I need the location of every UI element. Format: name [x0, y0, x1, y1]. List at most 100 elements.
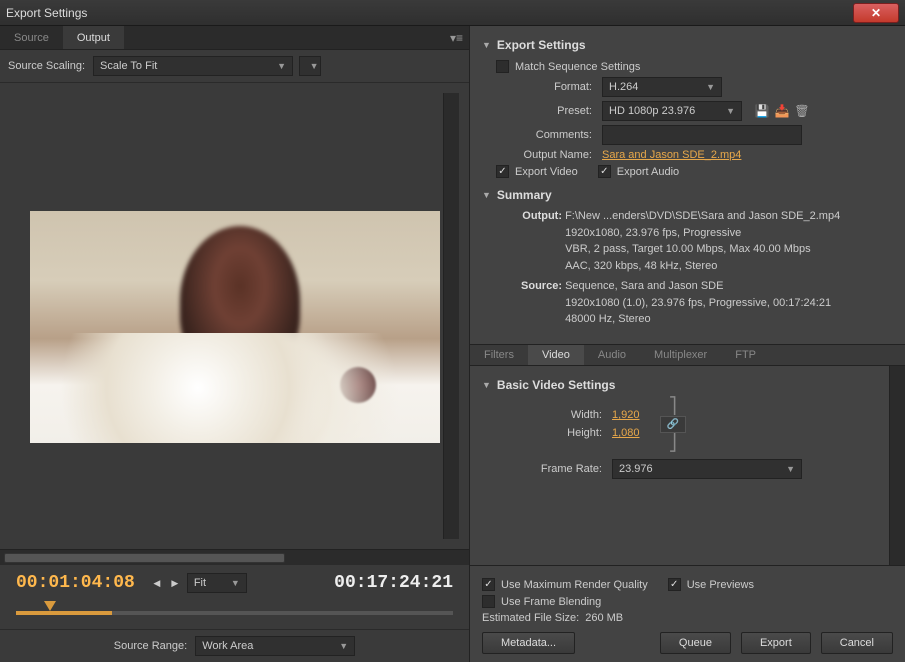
tab-output[interactable]: Output: [63, 26, 124, 49]
export-video-checkbox[interactable]: [496, 165, 509, 178]
queue-button[interactable]: Queue: [660, 632, 731, 654]
close-button[interactable]: ✕: [853, 3, 899, 23]
zoom-select[interactable]: Fit▼: [187, 573, 247, 593]
preview-area: [0, 83, 469, 549]
source-range-row: Source Range: Work Area▼: [0, 629, 469, 662]
next-frame-icon[interactable]: ▶: [169, 577, 181, 589]
import-preset-icon[interactable]: 📥: [772, 102, 792, 120]
use-previews-label: Use Previews: [687, 579, 754, 591]
outputname-label: Output Name:: [482, 149, 602, 161]
timecode-in[interactable]: 00:01:04:08: [16, 573, 135, 593]
summary-source-label: Source:: [512, 278, 562, 295]
comments-input[interactable]: [602, 125, 802, 145]
bottom-bar: Use Maximum Render Quality Use Previews …: [470, 565, 905, 662]
titlebar: Export Settings ✕: [0, 0, 905, 26]
max-quality-label: Use Maximum Render Quality: [501, 579, 648, 591]
twirl-icon[interactable]: ▼: [482, 190, 491, 200]
scaling-select[interactable]: Scale To Fit▼: [93, 56, 293, 76]
timeline-range[interactable]: [16, 611, 112, 615]
tab-multiplexer[interactable]: Multiplexer: [640, 345, 721, 365]
preset-label: Preset:: [482, 105, 602, 117]
basic-video-header-text: Basic Video Settings: [497, 378, 615, 392]
export-video-label: Export Video: [515, 166, 578, 178]
play-controls: ◀ ▶ Fit▼: [151, 573, 247, 593]
delete-preset-icon[interactable]: 🗑: [792, 102, 812, 120]
right-pane: ▼ Export Settings Match Sequence Setting…: [470, 26, 905, 662]
framerate-select[interactable]: 23.976▼: [612, 459, 802, 479]
outputname-link[interactable]: Sara and Jason SDE_2.mp4: [602, 149, 741, 161]
width-value[interactable]: 1,920: [612, 409, 640, 421]
match-sequence-label: Match Sequence Settings: [515, 61, 640, 73]
prev-frame-icon[interactable]: ◀: [151, 577, 163, 589]
tab-video[interactable]: Video: [528, 345, 584, 365]
export-audio-label: Export Audio: [617, 166, 679, 178]
preset-select[interactable]: HD 1080p 23.976▼: [602, 101, 742, 121]
format-label: Format:: [482, 81, 602, 93]
zoom-value: Fit: [194, 577, 206, 589]
preview-scroll-v[interactable]: [443, 93, 459, 539]
scaling-extra[interactable]: ▼: [299, 56, 321, 76]
cancel-button[interactable]: Cancel: [821, 632, 893, 654]
framerate-value: 23.976: [619, 463, 653, 475]
playhead-icon[interactable]: [44, 601, 56, 613]
video-settings-panel: ▼ Basic Video Settings Width: 1,920 Heig…: [470, 366, 889, 566]
export-settings-panel: ▼ Export Settings Match Sequence Setting…: [470, 26, 905, 338]
source-range-label: Source Range:: [114, 640, 187, 652]
format-select[interactable]: H.264▼: [602, 77, 722, 97]
summary-source: Source: Sequence, Sara and Jason SDE 192…: [482, 276, 893, 330]
tab-source[interactable]: Source: [0, 26, 63, 49]
summary-out-1: 1920x1080, 23.976 fps, Progressive: [565, 227, 741, 239]
preview-detail: [340, 367, 376, 403]
summary-src-2: 48000 Hz, Stereo: [565, 313, 651, 325]
export-audio-checkbox[interactable]: [598, 165, 611, 178]
export-header: ▼ Export Settings: [482, 34, 893, 56]
link-icon[interactable]: 🔗: [660, 416, 686, 433]
comments-label: Comments:: [482, 129, 602, 141]
preview-scroll-h[interactable]: [0, 549, 469, 565]
height-label: Height:: [482, 427, 612, 439]
summary-out-2: VBR, 2 pass, Target 10.00 Mbps, Max 40.0…: [565, 243, 811, 255]
tab-filters[interactable]: Filters: [470, 345, 528, 365]
main: Source Output ▾≡ Source Scaling: Scale T…: [0, 26, 905, 662]
summary-src-1: 1920x1080 (1.0), 23.976 fps, Progressive…: [565, 297, 831, 309]
settings-scroll-v[interactable]: [889, 366, 905, 566]
summary-out-0: F:\New ...enders\DVD\SDE\Sara and Jason …: [565, 210, 840, 222]
source-range-select[interactable]: Work Area▼: [195, 636, 355, 656]
est-size-label: Estimated File Size:: [482, 612, 579, 624]
height-value[interactable]: 1,080: [612, 427, 640, 439]
use-previews-checkbox[interactable]: [668, 578, 681, 591]
button-row: Metadata... Queue Export Cancel: [482, 632, 893, 654]
format-value: H.264: [609, 81, 638, 93]
timeline[interactable]: [16, 601, 453, 623]
summary-src-0: Sequence, Sara and Jason SDE: [565, 280, 723, 292]
basic-video-header: ▼ Basic Video Settings: [482, 374, 877, 396]
frame-blending-checkbox[interactable]: [482, 595, 495, 608]
scaling-row: Source Scaling: Scale To Fit▼ ▼: [0, 50, 469, 83]
framerate-label: Frame Rate:: [482, 463, 612, 475]
settings-tabs: Filters Video Audio Multiplexer FTP: [470, 344, 905, 366]
twirl-icon[interactable]: ▼: [482, 380, 491, 390]
preview-tabs: Source Output ▾≡: [0, 26, 469, 50]
time-row: 00:01:04:08 ◀ ▶ Fit▼ 00:17:24:21: [0, 565, 469, 601]
tab-ftp[interactable]: FTP: [721, 345, 770, 365]
summary-header: ▼ Summary: [482, 184, 893, 206]
metadata-button[interactable]: Metadata...: [482, 632, 575, 654]
width-label: Width:: [482, 409, 612, 421]
preset-value: HD 1080p 23.976: [609, 105, 695, 117]
export-header-text: Export Settings: [497, 38, 586, 52]
summary-output-label: Output:: [512, 208, 562, 225]
max-quality-checkbox[interactable]: [482, 578, 495, 591]
summary-output: Output: F:\New ...enders\DVD\SDE\Sara an…: [482, 206, 893, 276]
scaling-value: Scale To Fit: [100, 60, 157, 72]
save-preset-icon[interactable]: 💾: [752, 102, 772, 120]
twirl-icon[interactable]: ▼: [482, 40, 491, 50]
summary-out-3: AAC, 320 kbps, 48 kHz, Stereo: [565, 260, 717, 272]
source-range-value: Work Area: [202, 640, 253, 652]
summary-header-text: Summary: [497, 188, 552, 202]
left-pane: Source Output ▾≡ Source Scaling: Scale T…: [0, 26, 470, 662]
panel-menu-icon[interactable]: ▾≡: [450, 26, 469, 49]
match-sequence-checkbox[interactable]: [496, 60, 509, 73]
scaling-label: Source Scaling:: [8, 60, 85, 72]
tab-audio[interactable]: Audio: [584, 345, 640, 365]
export-button[interactable]: Export: [741, 632, 811, 654]
